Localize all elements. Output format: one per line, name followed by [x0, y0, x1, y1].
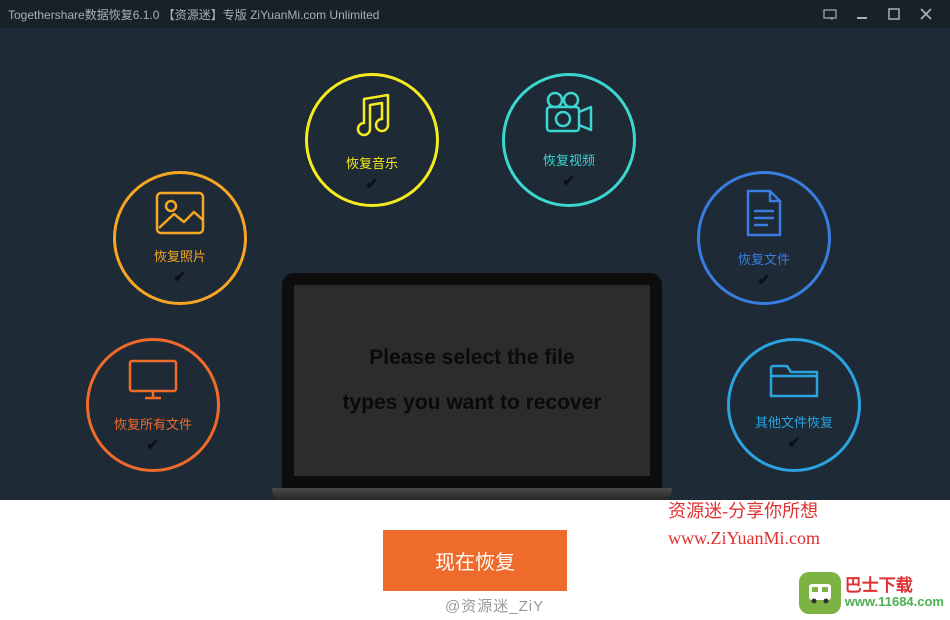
check-icon: ✔ [787, 433, 800, 453]
watermark: @资源迷_ZiY [445, 595, 544, 616]
option-music[interactable]: 恢复音乐 ✔ [305, 73, 439, 207]
option-label: 恢复照片 [154, 246, 206, 265]
badge-url: www.11684.com [845, 595, 944, 609]
maximize-icon[interactable] [878, 0, 910, 28]
option-label: 恢复文件 [738, 249, 790, 268]
picture-icon [154, 190, 206, 241]
option-all-files[interactable]: 恢复所有文件 ✔ [86, 338, 220, 472]
main-area: 恢复音乐 ✔ 恢复视频 ✔ 恢复照片 ✔ 恢复文件 ✔ 恢复所有文件 ✔ 其他文 [0, 28, 950, 500]
folder-icon [767, 358, 821, 407]
document-icon [742, 187, 786, 244]
option-photo[interactable]: 恢复照片 ✔ [113, 171, 247, 305]
minimize-icon[interactable] [846, 0, 878, 28]
monitor-icon [125, 356, 181, 409]
option-other[interactable]: 其他文件恢复 ✔ [727, 338, 861, 472]
prompt-line2: types you want to recover [342, 381, 601, 425]
check-icon: ✔ [173, 267, 186, 287]
promo-text: 资源迷-分享你所想 www.ZiYuanMi.com [668, 498, 820, 552]
titlebar: Togethershare数据恢复6.1.0 【资源迷】专版 ZiYuanMi.… [0, 0, 950, 28]
laptop-screen: Please select the file types you want to… [282, 273, 662, 488]
bus-icon [799, 572, 841, 614]
recover-button[interactable]: 现在恢复 [383, 530, 567, 591]
music-note-icon [344, 87, 400, 148]
option-document[interactable]: 恢复文件 ✔ [697, 171, 831, 305]
badge-name: 巴士下载 [845, 577, 944, 596]
option-video[interactable]: 恢复视频 ✔ [502, 73, 636, 207]
prompt-line1: Please select the file [369, 336, 574, 380]
laptop-illustration: Please select the file types you want to… [272, 273, 672, 533]
option-label: 恢复音乐 [346, 153, 398, 172]
option-label: 其他文件恢复 [755, 412, 833, 431]
check-icon: ✔ [757, 270, 770, 290]
site-badge: 巴士下载 www.11684.com [799, 572, 944, 614]
check-icon: ✔ [146, 435, 159, 455]
video-camera-icon [541, 90, 597, 145]
option-label: 恢复所有文件 [114, 414, 192, 433]
promo-line1: 资源迷-分享你所想 [668, 498, 820, 525]
bottom-bar: 现在恢复 资源迷-分享你所想 www.ZiYuanMi.com @资源迷_ZiY… [0, 500, 950, 620]
tray-icon[interactable] [814, 0, 846, 28]
promo-line2: www.ZiYuanMi.com [668, 525, 820, 552]
badge-text: 巴士下载 www.11684.com [845, 577, 944, 610]
check-icon: ✔ [365, 174, 378, 194]
option-label: 恢复视频 [543, 150, 595, 169]
check-icon: ✔ [562, 171, 575, 191]
close-icon[interactable] [910, 0, 942, 28]
window-title: Togethershare数据恢复6.1.0 【资源迷】专版 ZiYuanMi.… [8, 6, 814, 23]
